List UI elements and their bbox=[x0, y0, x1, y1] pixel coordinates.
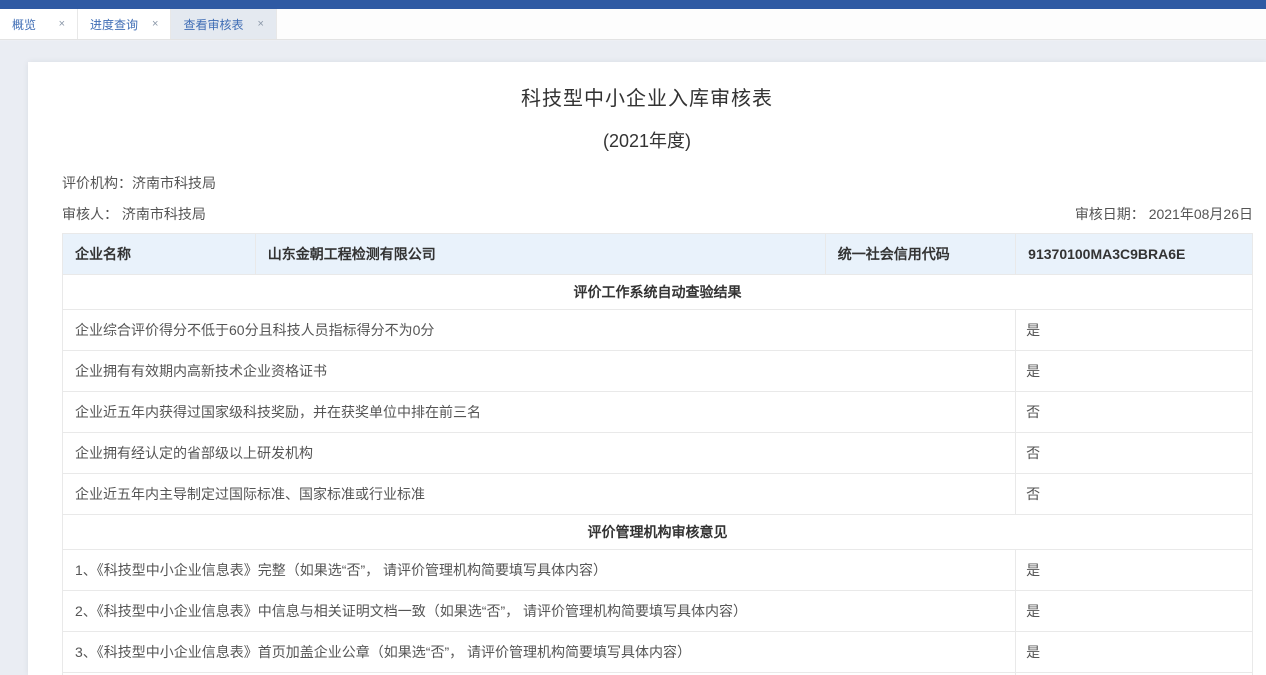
page-subtitle: (2021年度) bbox=[28, 127, 1266, 153]
company-name-label: 企业名称 bbox=[63, 234, 256, 275]
question-text: 企业综合评价得分不低于60分且科技人员指标得分不为0分 bbox=[63, 310, 1016, 351]
question-text: 企业拥有经认定的省部级以上研发机构 bbox=[63, 433, 1016, 474]
close-icon[interactable]: × bbox=[152, 19, 158, 30]
credit-code-value: 91370100MA3C9BRA6E bbox=[1016, 234, 1253, 275]
credit-code-label: 统一社会信用代码 bbox=[825, 234, 1015, 275]
tab-overview[interactable]: 概览 × bbox=[0, 9, 78, 39]
tab-strip: 概览 × 进度查询 × 查看审核表 × bbox=[0, 9, 1266, 40]
question-text: 企业近五年内获得过国家级科技奖励，并在获奖单位中排在前三名 bbox=[63, 392, 1016, 433]
table-row: 企业综合评价得分不低于60分且科技人员指标得分不为0分 是 bbox=[63, 310, 1253, 351]
question-text: 2、《科技型中小企业信息表》中信息与相关证明文档一致（如果选“否”， 请评价管理… bbox=[63, 591, 1016, 632]
close-icon[interactable]: × bbox=[257, 19, 263, 30]
table-row: 企业近五年内主导制定过国际标准、国家标准或行业标准 否 bbox=[63, 474, 1253, 515]
table-row: 企业拥有经认定的省部级以上研发机构 否 bbox=[63, 433, 1253, 474]
section2-title: 评价管理机构审核意见 bbox=[63, 515, 1253, 550]
table-row: 2、《科技型中小企业信息表》中信息与相关证明文档一致（如果选“否”， 请评价管理… bbox=[63, 591, 1253, 632]
page-title: 科技型中小企业入库审核表 bbox=[28, 82, 1266, 111]
tab-progress-query[interactable]: 进度查询 × bbox=[78, 9, 171, 39]
question-text: 3、《科技型中小企业信息表》首页加盖企业公章（如果选“否”， 请评价管理机构简要… bbox=[63, 632, 1016, 673]
question-text: 企业近五年内主导制定过国际标准、国家标准或行业标准 bbox=[63, 474, 1016, 515]
audit-date: 审核日期： 2021年08月26日 bbox=[1075, 204, 1253, 224]
question-text: 企业拥有有效期内高新技术企业资格证书 bbox=[63, 351, 1016, 392]
table-row: 企业近五年内获得过国家级科技奖励，并在获奖单位中排在前三名 否 bbox=[63, 392, 1253, 433]
answer-value: 是 bbox=[1016, 310, 1253, 351]
section-row: 评价管理机构审核意见 bbox=[63, 515, 1253, 550]
table-row: 3、《科技型中小企业信息表》首页加盖企业公章（如果选“否”， 请评价管理机构简要… bbox=[63, 632, 1253, 673]
tab-progress-query-label: 进度查询 bbox=[90, 16, 138, 33]
answer-value: 否 bbox=[1016, 433, 1253, 474]
close-icon[interactable]: × bbox=[59, 19, 65, 30]
top-bar bbox=[0, 0, 1266, 9]
tab-view-audit-form[interactable]: 查看审核表 × bbox=[171, 9, 276, 39]
auditor: 审核人： 济南市科技局 bbox=[62, 204, 206, 224]
form-meta: 评价机构：济南市科技局 审核人： 济南市科技局 审核日期： 2021年08月26… bbox=[62, 173, 1253, 224]
table-row: 1、《科技型中小企业信息表》完整（如果选“否”， 请评价管理机构简要填写具体内容… bbox=[63, 550, 1253, 591]
company-name-value: 山东金朝工程检测有限公司 bbox=[255, 234, 825, 275]
section1-title: 评价工作系统自动查验结果 bbox=[63, 275, 1253, 310]
tab-overview-label: 概览 bbox=[12, 16, 36, 33]
question-text: 1、《科技型中小企业信息表》完整（如果选“否”， 请评价管理机构简要填写具体内容… bbox=[63, 550, 1016, 591]
answer-value: 否 bbox=[1016, 392, 1253, 433]
answer-value: 是 bbox=[1016, 591, 1253, 632]
tab-view-audit-form-label: 查看审核表 bbox=[183, 16, 243, 33]
evaluation-agency: 评价机构：济南市科技局 bbox=[62, 173, 1253, 193]
table-header-row: 企业名称 山东金朝工程检测有限公司 统一社会信用代码 91370100MA3C9… bbox=[63, 234, 1253, 275]
answer-value: 是 bbox=[1016, 632, 1253, 673]
audit-table: 企业名称 山东金朝工程检测有限公司 统一社会信用代码 91370100MA3C9… bbox=[62, 233, 1253, 675]
answer-value: 是 bbox=[1016, 550, 1253, 591]
section-row: 评价工作系统自动查验结果 bbox=[63, 275, 1253, 310]
answer-value: 是 bbox=[1016, 351, 1253, 392]
answer-value: 否 bbox=[1016, 474, 1253, 515]
tab-strip-spacer bbox=[277, 9, 1266, 39]
table-row: 企业拥有有效期内高新技术企业资格证书 是 bbox=[63, 351, 1253, 392]
audit-form-card: 科技型中小企业入库审核表 (2021年度) 评价机构：济南市科技局 审核人： 济… bbox=[28, 62, 1266, 675]
